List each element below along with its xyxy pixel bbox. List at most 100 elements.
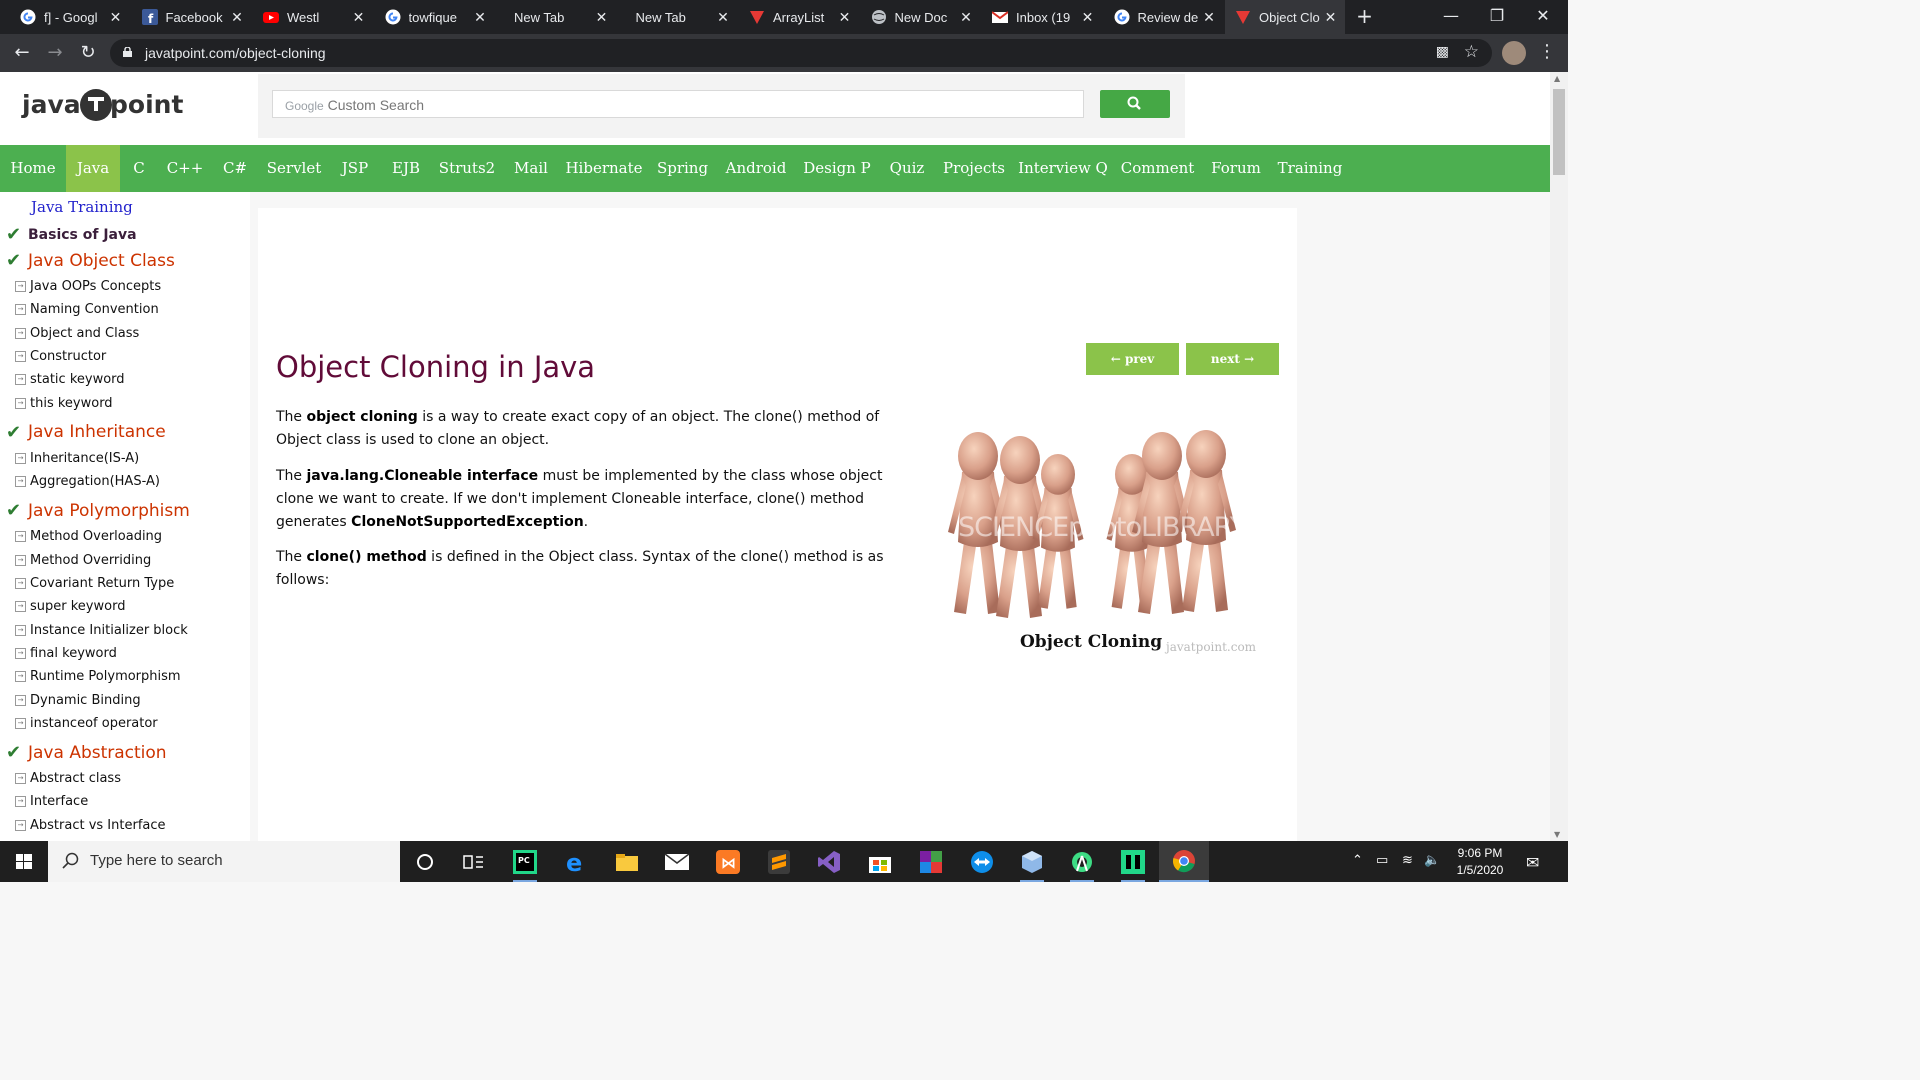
sidebar-section[interactable]: ✔ Java Object Class (6, 250, 175, 271)
wifi-icon[interactable]: ≋ (1402, 853, 1413, 868)
battery-icon[interactable]: ▭ (1376, 853, 1388, 868)
file-explorer-icon[interactable] (602, 841, 652, 882)
page-scrollbar[interactable]: ▲ ▼ (1550, 72, 1568, 841)
browser-tab[interactable]: Object Clo ✕ (1225, 0, 1345, 34)
nav-item[interactable]: Quiz (879, 145, 935, 192)
nav-item[interactable]: C++ (158, 145, 212, 192)
chrome-menu-icon[interactable]: ⋮ (1538, 41, 1556, 62)
sidebar-section[interactable]: ✔ Basics of Java (6, 224, 137, 245)
prev-button[interactable]: ← prev (1086, 343, 1179, 375)
sidebar-item[interactable]: → Constructor (15, 349, 106, 364)
task-view-icon[interactable] (449, 841, 499, 882)
sidebar-item[interactable]: → static keyword (15, 372, 125, 387)
nav-item[interactable]: Interview Q (1013, 145, 1113, 192)
sidebar-section[interactable]: ✔ Java Polymorphism (6, 500, 190, 521)
close-tab-icon[interactable]: ✕ (1080, 9, 1096, 26)
close-window-button[interactable]: ✕ (1520, 0, 1566, 34)
close-tab-icon[interactable]: ✕ (715, 9, 731, 26)
sidebar-item[interactable]: → Abstract vs Interface (15, 818, 166, 833)
blocked-icon[interactable]: ▩ (1436, 44, 1449, 60)
browser-tab[interactable]: New Tab ✕ (618, 0, 738, 34)
nav-item[interactable]: Design P (795, 145, 879, 192)
sidebar-item[interactable]: → Covariant Return Type (15, 576, 174, 591)
sidebar-section[interactable]: ✔ Java Abstraction (6, 742, 167, 763)
teamviewer-icon[interactable] (957, 841, 1007, 882)
sidebar-item[interactable]: → this keyword (15, 396, 113, 411)
next-button[interactable]: next → (1186, 343, 1279, 375)
volume-icon[interactable]: 🔈 (1424, 853, 1440, 868)
nav-item[interactable]: Android (717, 145, 795, 192)
close-tab-icon[interactable]: ✕ (594, 9, 610, 26)
close-tab-icon[interactable]: ✕ (229, 9, 245, 26)
nav-item[interactable]: Home (0, 145, 66, 192)
tray-chevron-icon[interactable]: ⌃ (1352, 853, 1363, 868)
nav-item[interactable]: Servlet (258, 145, 330, 192)
nav-item[interactable]: Projects (935, 145, 1013, 192)
browser-tab[interactable]: towfique ✕ (375, 0, 495, 34)
search-button[interactable] (1100, 90, 1170, 118)
app-icon[interactable] (1108, 841, 1158, 882)
close-tab-icon[interactable]: ✕ (837, 9, 853, 26)
sidebar-section[interactable]: ✔ Java Inheritance (6, 422, 166, 443)
nav-item[interactable]: C (120, 145, 158, 192)
sidebar-item[interactable]: → Interface (15, 794, 88, 809)
sidebar-item[interactable]: → Aggregation(HAS-A) (15, 474, 160, 489)
javatpoint-logo[interactable]: java point (22, 86, 183, 126)
nav-item[interactable]: Struts2 (432, 145, 502, 192)
profile-avatar[interactable] (1502, 41, 1526, 65)
scroll-up-icon[interactable]: ▲ (1554, 74, 1560, 83)
start-button[interactable] (0, 841, 48, 882)
browser-tab[interactable]: New Doc ✕ (861, 0, 981, 34)
browser-tab[interactable]: f] - Googl ✕ (10, 0, 130, 34)
nav-item[interactable]: Mail (502, 145, 560, 192)
browser-tab[interactable]: Westl ✕ (253, 0, 373, 34)
bookmark-star-icon[interactable]: ☆ (1464, 42, 1479, 62)
back-icon[interactable]: ← (10, 41, 34, 65)
close-tab-icon[interactable]: ✕ (1201, 9, 1217, 26)
winrar-icon[interactable] (906, 841, 956, 882)
nav-item[interactable]: Spring (648, 145, 717, 192)
minimize-button[interactable]: — (1428, 0, 1474, 34)
nav-item[interactable]: Hibernate (560, 145, 648, 192)
mail-icon[interactable] (652, 841, 702, 882)
sidebar-item[interactable]: → Abstract class (15, 771, 121, 786)
sidebar-item[interactable]: → Runtime Polymorphism (15, 669, 181, 684)
close-tab-icon[interactable]: ✕ (1323, 9, 1339, 26)
sidebar-item[interactable]: → Naming Convention (15, 302, 159, 317)
nav-item[interactable]: Comment (1113, 145, 1202, 192)
store-icon[interactable] (855, 841, 905, 882)
cortana-icon[interactable] (400, 841, 450, 882)
browser-tab[interactable]: ArrayList ✕ (739, 0, 859, 34)
sidebar-heading[interactable]: Java Training (31, 198, 133, 216)
scroll-down-icon[interactable]: ▼ (1554, 830, 1560, 839)
sidebar-item[interactable]: → Java OOPs Concepts (15, 279, 161, 294)
notification-icon[interactable]: ✉ (1526, 853, 1539, 872)
browser-tab[interactable]: Review de ✕ (1104, 0, 1224, 34)
scrollbar-thumb[interactable] (1553, 89, 1565, 175)
sidebar-item[interactable]: → Object and Class (15, 326, 139, 341)
nav-item[interactable]: JSP (330, 145, 380, 192)
sidebar-item[interactable]: → Instance Initializer block (15, 623, 188, 638)
sidebar-item[interactable]: → Dynamic Binding (15, 693, 141, 708)
system-clock[interactable]: 9:06 PM 1/5/2020 (1445, 845, 1515, 879)
browser-tab[interactable]: New Tab ✕ (496, 0, 616, 34)
sidebar-item[interactable]: → Method Overriding (15, 553, 151, 568)
sidebar-item[interactable]: → final keyword (15, 646, 117, 661)
sublime-icon[interactable] (754, 841, 804, 882)
nav-item[interactable]: Java (66, 145, 120, 192)
virtualbox-icon[interactable] (1007, 841, 1057, 882)
close-tab-icon[interactable]: ✕ (351, 9, 367, 26)
close-tab-icon[interactable]: ✕ (108, 9, 124, 26)
nav-item[interactable]: C# (212, 145, 258, 192)
reload-icon[interactable]: ↻ (76, 41, 100, 65)
sidebar-item[interactable]: → Inheritance(IS-A) (15, 451, 139, 466)
pycharm-icon[interactable]: PC (500, 841, 550, 882)
close-tab-icon[interactable]: ✕ (472, 9, 488, 26)
sidebar-item[interactable]: → super keyword (15, 599, 125, 614)
sidebar-item[interactable]: → instanceof operator (15, 716, 158, 731)
android-studio-icon[interactable] (1057, 841, 1107, 882)
sidebar-item[interactable]: → Method Overloading (15, 529, 162, 544)
browser-tab[interactable]: f Facebook ✕ (132, 0, 252, 34)
new-tab-button[interactable]: + (1347, 0, 1383, 34)
xampp-icon[interactable]: ⋈ (703, 841, 753, 882)
